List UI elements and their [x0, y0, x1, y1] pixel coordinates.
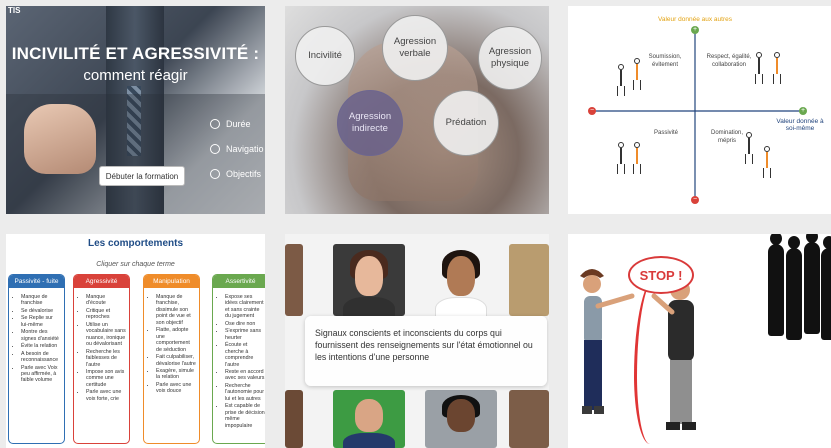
body-language-slide[interactable]: Signaux conscients et inconscients du co… — [285, 234, 549, 448]
menu-item-label: Objectifs — [226, 168, 262, 179]
plus-icon: + — [799, 107, 807, 115]
course-title-line2: comment réagir — [83, 67, 188, 84]
target-icon — [210, 168, 220, 179]
behavior-item: Parle avec une voix forte, crie — [86, 389, 126, 402]
behavior-list: Manque de franchiseSe dévaloriseSe Repli… — [9, 288, 64, 384]
behaviors-slide[interactable]: Les comportements Cliquer sur chaque ter… — [6, 234, 265, 448]
behaviors-title: Les comportements — [87, 238, 184, 249]
behavior-column-header[interactable]: Assertivité — [213, 275, 265, 288]
menu-item-navigation[interactable]: Navigatio — [210, 136, 264, 161]
stick-figure — [754, 52, 764, 84]
behavior-item: Se dévalorise — [21, 308, 61, 314]
quadrant-label-passivite: Passivité — [653, 130, 678, 136]
title-slide[interactable]: TIS INCIVILITÉ ET AGRESSIVITÉ : comment … — [6, 6, 265, 214]
start-training-button[interactable]: Débuter la formation — [99, 166, 185, 186]
course-title-line1: INCIVILITÉ ET AGRESSIVITÉ : — [11, 44, 260, 63]
behavior-item: Impose son avis comme une certitude — [86, 369, 126, 388]
behavior-item: Montre des signes d'anxiété — [21, 329, 61, 342]
quadrant-axes — [592, 28, 804, 202]
aggression-types-slide[interactable]: Incivilité Agression verbale Agression p… — [285, 6, 549, 214]
body-language-definition: Signaux conscients et inconscients du co… — [305, 316, 547, 386]
silhouette-figure — [821, 236, 831, 340]
course-menu: Durée Navigatio Objectifs — [210, 111, 264, 186]
face-photo — [425, 390, 497, 448]
behavior-list: Manque de franchise, dissimule son point… — [144, 288, 199, 395]
face-photo — [509, 244, 549, 316]
compass-icon — [210, 143, 220, 154]
menu-item-duree[interactable]: Durée — [210, 111, 264, 136]
menu-item-label: Durée — [226, 118, 251, 129]
behavior-item: Exagère, simule la relation — [156, 368, 196, 381]
stick-figure — [744, 132, 754, 164]
behavior-item: Manque d'écoute — [86, 294, 126, 307]
logo: TIS — [8, 6, 21, 15]
behavior-item: Parle avec une voix douce — [156, 382, 196, 395]
behavior-item: S'exprime sans heurter — [225, 328, 265, 341]
behavior-item: Manque de franchise — [21, 294, 61, 307]
plus-icon: + — [691, 26, 699, 34]
behavior-item: Critique et reproches — [86, 308, 126, 321]
menu-item-objectifs[interactable]: Objectifs — [210, 161, 264, 186]
face-photo — [333, 244, 405, 316]
behavior-item: Reste en accord avec ses valeurs — [225, 369, 265, 382]
behavior-quadrant-slide[interactable]: Valeur donnée aux autres Valeur donnée à… — [568, 6, 831, 214]
menu-item-label: Navigatio — [226, 143, 264, 154]
course-thumbnail-grid: TIS INCIVILITÉ ET AGRESSIVITÉ : comment … — [0, 0, 831, 448]
bubble-agression-physique[interactable]: Agression physique — [478, 26, 542, 90]
behavior-item: Recherche l'autonomie pour lui et les au… — [225, 383, 265, 402]
stick-figure — [616, 64, 626, 96]
stick-figure — [632, 58, 642, 90]
fist-image — [24, 104, 96, 174]
behavior-item: Est capable de prise de décision même im… — [225, 403, 265, 429]
behavior-item: Recherche les faiblesses de l'autre — [86, 349, 126, 368]
behavior-item: Ose dire non — [225, 321, 265, 327]
behavior-list: Expose ses idées clairement et sans crai… — [213, 288, 265, 429]
bubble-incivilite[interactable]: Incivilité — [295, 26, 355, 86]
behavior-item: Expose ses idées clairement et sans crai… — [225, 294, 265, 320]
silhouette-figure — [768, 234, 784, 336]
stop-speech-bubble: STOP ! — [628, 256, 694, 294]
behavior-column-header[interactable]: Manipulation — [144, 275, 199, 288]
face-photo — [333, 390, 405, 448]
bubble-predation[interactable]: Prédation — [433, 90, 499, 156]
behavior-list: Manque d'écouteCritique et reprochesUtil… — [74, 288, 129, 402]
quadrant-label-soumission: Soumission, évitement — [648, 54, 682, 68]
stick-figure — [762, 146, 772, 178]
behavior-item: Fait culpabiliser, dévalorise l'autre — [156, 354, 196, 367]
behavior-column[interactable]: Assertivité Expose ses idées clairement e… — [212, 274, 265, 444]
behavior-item: Parle avec Voix peu affirmée, à faible v… — [21, 365, 61, 384]
silhouette-figure — [786, 236, 802, 340]
behavior-column-header[interactable]: Agressivité — [74, 275, 129, 288]
face-photo — [425, 244, 497, 316]
y-axis-title: Valeur donnée aux autres — [658, 16, 732, 23]
behavior-column[interactable]: Manipulation Manque de franchise, dissimu… — [143, 274, 200, 444]
stick-figure — [772, 52, 782, 84]
silhouette-figure — [804, 234, 820, 334]
stop-slide[interactable]: STOP ! — [568, 234, 831, 448]
stick-figure — [632, 142, 642, 174]
behaviors-subtitle: Cliquer sur chaque terme — [96, 261, 175, 268]
timer-icon — [210, 118, 220, 129]
bubble-agression-indirecte[interactable]: Agression indirecte — [337, 90, 403, 156]
minus-icon: − — [588, 107, 596, 115]
stick-figure — [616, 142, 626, 174]
behavior-column-header[interactable]: Passivité - fuite — [9, 275, 64, 288]
behavior-item: Flatte, adopte une comportement de séduc… — [156, 327, 196, 353]
behavior-item: Se Replie sur lui-même — [21, 315, 61, 328]
behavior-item: Utilise un vocabulaire sans nuance, iron… — [86, 322, 126, 348]
bubble-agression-verbale[interactable]: Agression verbale — [382, 15, 448, 81]
behavior-item: Manque de franchise, dissimule son point… — [156, 294, 196, 326]
quadrant-label-respect: Respect, égalité, collaboration — [706, 54, 752, 68]
behavior-column[interactable]: AgressivitéManque d'écouteCritique et re… — [73, 274, 130, 444]
behavior-item: Évite la relation — [21, 343, 61, 349]
course-title: INCIVILITÉ ET AGRESSIVITÉ : comment réag… — [6, 44, 265, 84]
face-photo — [285, 390, 303, 448]
x-axis-title: Valeur donnée à soi-même — [776, 118, 824, 132]
minus-icon: − — [691, 196, 699, 204]
face-photo — [509, 390, 549, 448]
behavior-item: Écoute et cherche à comprendre l'autre — [225, 342, 265, 368]
face-photo — [285, 244, 303, 316]
behavior-item: A besoin de reconnaissance — [21, 351, 61, 364]
behavior-column[interactable]: Passivité - fuiteManque de franchiseSe d… — [8, 274, 65, 444]
